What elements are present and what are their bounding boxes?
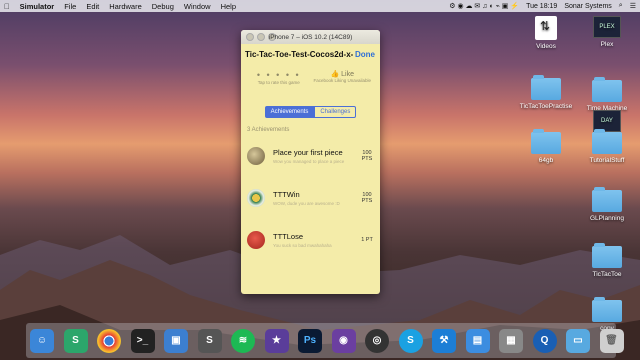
preview-icon[interactable]: ▦ xyxy=(499,328,523,353)
menu-help[interactable]: Help xyxy=(221,2,236,11)
menu-file[interactable]: File xyxy=(64,2,76,11)
xcode-icon[interactable]: ⚒ xyxy=(432,328,456,353)
achievement-points: 100 PTS xyxy=(361,150,373,162)
achievement-name: Place your first piece xyxy=(273,148,343,157)
done-button[interactable]: Done xyxy=(355,50,375,59)
quicktime-icon[interactable]: Q xyxy=(532,328,557,353)
folder-icon xyxy=(592,187,622,212)
menu-bar:  Simulator File Edit Hardware Debug Win… xyxy=(0,0,640,12)
like-area[interactable]: 👍 Like Facebook Liking Unavailable xyxy=(311,70,375,102)
simulator-icon[interactable]: ▤ xyxy=(465,328,490,353)
chrome-icon[interactable] xyxy=(97,328,121,353)
imovie-icon[interactable]: ★ xyxy=(264,328,289,353)
folder-icon xyxy=(531,129,561,154)
achievement-points: 1 PT xyxy=(361,237,373,243)
rating-stars[interactable]: • • • • • xyxy=(247,70,311,80)
like-label: Like xyxy=(341,71,354,78)
desktop-icon-glplanning[interactable]: GLPlanning xyxy=(574,187,640,222)
desktop-icon-64gb[interactable]: 64gb xyxy=(513,129,579,164)
achievement-row[interactable]: Place your first piece Wow you managed t… xyxy=(241,135,380,177)
desktop-icon-plex[interactable]: PLEX Plex xyxy=(574,16,640,48)
segmented-control: Achievements Challenges xyxy=(241,106,380,118)
status-icons[interactable]: ⚙ ◉ ☁ ✉ ♫ ◐ ⌁ ▣ ⚡ xyxy=(449,2,519,10)
rate-game[interactable]: • • • • • Tap to rate this game xyxy=(247,70,311,102)
achievement-count: 3 Achievements xyxy=(247,127,290,133)
menu-window[interactable]: Window xyxy=(184,2,211,11)
desktop-icon-tictactoepractise[interactable]: TicTacToePractise xyxy=(513,75,579,110)
notification-icon[interactable]: ☰ xyxy=(630,2,636,10)
apple-icon[interactable]:  xyxy=(4,2,10,11)
photoshop-icon[interactable]: Ps xyxy=(298,328,322,353)
menu-app-simulator[interactable]: Simulator xyxy=(20,2,55,11)
folder-icon xyxy=(592,243,622,268)
achievement-name: TTTLose xyxy=(273,232,304,241)
simulator-window: iPhone 7 – iOS 10.2 (14C89) Tic-Tac-Toe-… xyxy=(241,30,380,294)
app-store-icon[interactable]: S xyxy=(63,328,88,353)
achievement-name: TTTWin xyxy=(273,190,300,199)
skype-icon[interactable]: S xyxy=(398,328,423,353)
menu-hardware[interactable]: Hardware xyxy=(109,2,142,11)
folder-icon xyxy=(592,77,622,102)
search-icon[interactable]: ⌕ xyxy=(619,2,623,10)
like-caption: Facebook Liking Unavailable xyxy=(313,78,372,83)
obs-icon[interactable]: ◎ xyxy=(365,328,389,353)
folder-icon[interactable]: ▭ xyxy=(566,328,590,353)
drive-icon xyxy=(535,16,557,40)
finder-icon[interactable]: ☺ xyxy=(30,328,54,353)
clock[interactable]: Tue 18:19 xyxy=(526,3,557,10)
terminal-icon[interactable]: >_ xyxy=(130,328,155,353)
achievement-badge-icon xyxy=(247,189,265,207)
achievement-badge-icon xyxy=(247,147,265,165)
folder-icon xyxy=(592,129,622,154)
desktop-icon-videos[interactable]: Videos xyxy=(513,16,579,50)
window-title: iPhone 7 – iOS 10.2 (14C89) xyxy=(268,33,353,41)
achievement-desc: You suck so bad mwahahaha xyxy=(273,243,332,248)
achievement-row[interactable]: TTTLose You suck so bad mwahahaha 1 PT xyxy=(241,219,380,261)
tab-achievements[interactable]: Achievements xyxy=(264,106,315,118)
thumbs-up-icon: 👍 xyxy=(330,71,340,78)
app-icon[interactable]: ▣ xyxy=(164,328,188,353)
achievement-points: 100 PTS xyxy=(361,192,373,204)
desktop-icon-tictactoe[interactable]: TicTacToe xyxy=(574,243,640,278)
achievement-desc: Wow you managed to place a piece xyxy=(273,159,345,164)
sublime-icon[interactable]: S xyxy=(197,328,222,353)
menu-edit[interactable]: Edit xyxy=(86,2,99,11)
desktop-icon-time-machine[interactable]: Time Machine xyxy=(574,77,640,112)
user-name[interactable]: Sonar Systems xyxy=(564,3,611,10)
achievement-desc: WOW, dude you are awesome :D xyxy=(273,201,340,206)
game-title: Tic-Tac-Toe-Test-Cocos2d-x-... xyxy=(245,49,353,59)
achievement-row[interactable]: TTTWin WOW, dude you are awesome :D 100 … xyxy=(241,177,380,219)
simulator-titlebar[interactable]: iPhone 7 – iOS 10.2 (14C89) xyxy=(241,30,380,44)
drive-icon: PLEX xyxy=(593,16,621,38)
trash-icon[interactable]: 🗑 xyxy=(599,328,624,353)
folder-icon xyxy=(531,75,561,100)
dock: ☺ S >_ ▣ S ≋ ★ Ps ◉ ◎ S ⚒ ▤ ▦ Q ▭ 🗑 xyxy=(26,323,624,358)
folder-icon xyxy=(592,297,622,322)
tab-challenges[interactable]: Challenges xyxy=(314,106,357,118)
achievement-badge-icon xyxy=(247,231,265,249)
spotify-icon[interactable]: ≋ xyxy=(231,328,255,353)
rate-caption: Tap to rate this game xyxy=(257,80,300,85)
github-icon[interactable]: ◉ xyxy=(331,328,356,353)
desktop-icon-tutorialstuff[interactable]: TutorialStuff xyxy=(574,129,640,164)
menu-debug[interactable]: Debug xyxy=(152,2,174,11)
